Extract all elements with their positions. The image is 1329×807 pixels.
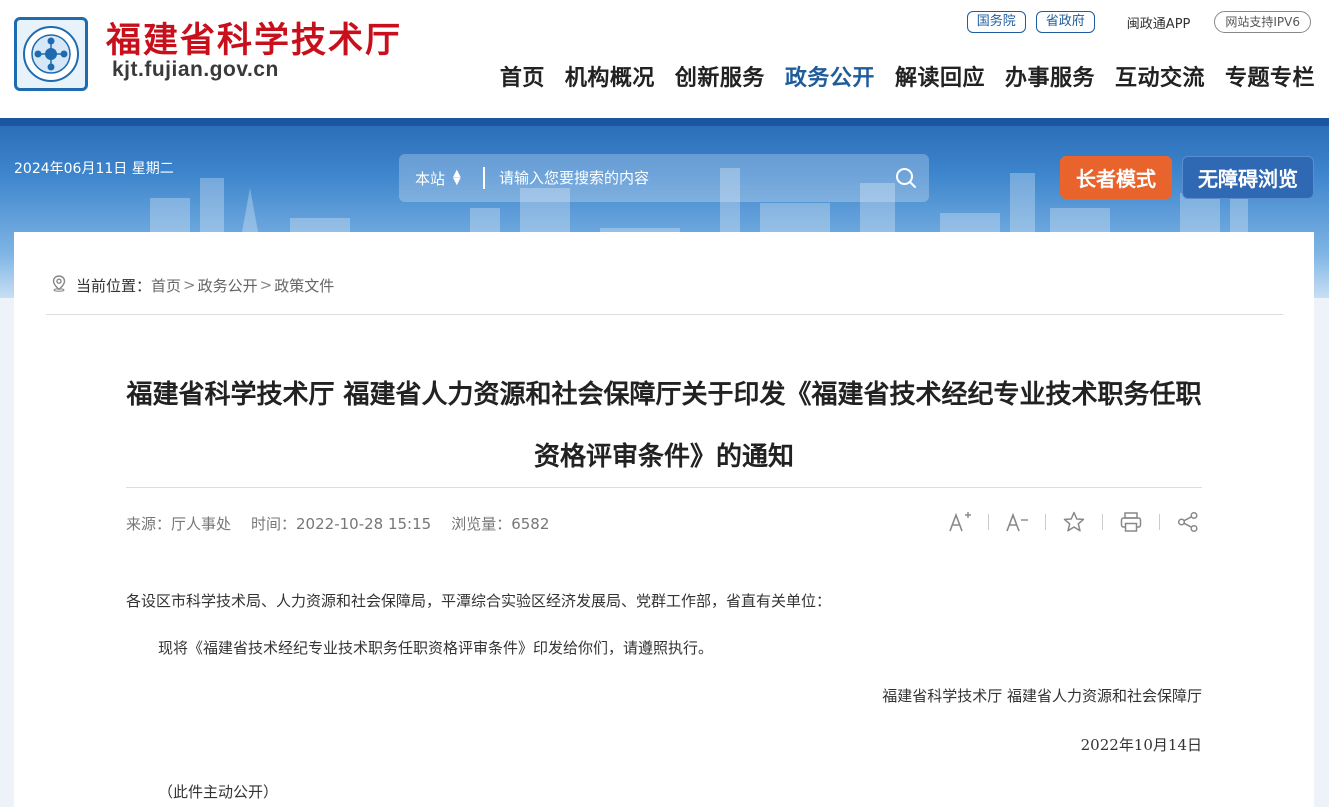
article-title: 福建省科学技术厅 福建省人力资源和社会保障厅关于印发《福建省技术经纪专业技术职务… bbox=[126, 380, 1202, 472]
tool-divider bbox=[1045, 514, 1046, 530]
elder-mode-button[interactable]: 长者模式 bbox=[1060, 156, 1172, 199]
nav-interpretation[interactable]: 解读回应 bbox=[895, 60, 985, 92]
emblem-icon bbox=[23, 26, 79, 82]
content-card: 当前位置： 首页 > 政务公开 > 政策文件 福建省科学技术厅 福建省人力资源和… bbox=[14, 232, 1314, 807]
article-time: 时间：2022-10-28 15:15 bbox=[251, 515, 432, 533]
breadcrumb: 当前位置： 首页 > 政务公开 > 政策文件 bbox=[50, 274, 334, 296]
breadcrumb-divider bbox=[46, 314, 1283, 315]
department-emblem-logo[interactable] bbox=[14, 17, 88, 91]
nav-services[interactable]: 办事服务 bbox=[1005, 60, 1095, 92]
nav-interaction[interactable]: 互动交流 bbox=[1115, 60, 1205, 92]
share-icon[interactable] bbox=[1174, 510, 1202, 534]
nav-special-topics[interactable]: 专题专栏 bbox=[1225, 60, 1315, 92]
article-tools bbox=[946, 510, 1202, 534]
search-icon bbox=[896, 168, 916, 188]
article-signature: 福建省科学技术厅 福建省人力资源和社会保障厅 bbox=[882, 687, 1202, 705]
current-date: 2024年06月11日 星期二 bbox=[14, 161, 174, 177]
tool-divider bbox=[1102, 514, 1103, 530]
breadcrumb-separator: > bbox=[259, 276, 273, 294]
breadcrumb-prefix: 当前位置： bbox=[76, 276, 152, 295]
top-links: 国务院 省政府 闽政通APP 网站支持IPV6 bbox=[966, 11, 1311, 33]
breadcrumb-separator: > bbox=[183, 276, 196, 294]
site-name[interactable]: 福建省科学技术厅 bbox=[106, 12, 402, 63]
location-icon bbox=[50, 274, 68, 296]
main-nav: 首页 机构概况 创新服务 政务公开 解读回应 办事服务 互动交流 专题专栏 bbox=[500, 60, 1315, 92]
article-disclosure-note: （此件主动公开） bbox=[158, 783, 279, 801]
article-views: 浏览量：6582 bbox=[451, 515, 550, 533]
font-decrease-icon[interactable] bbox=[1003, 510, 1031, 534]
breadcrumb-government-affairs[interactable]: 政务公开 bbox=[198, 275, 258, 296]
title-divider bbox=[126, 487, 1202, 488]
article-meta: 来源：厅人事处 时间：2022-10-28 15:15 浏览量：6582 bbox=[126, 513, 549, 534]
tool-divider bbox=[988, 514, 989, 530]
nav-innovation-service[interactable]: 创新服务 bbox=[675, 60, 765, 92]
breadcrumb-home[interactable]: 首页 bbox=[151, 275, 181, 296]
site-header: 福建省科学技术厅 kjt.fujian.gov.cn 国务院 省政府 闽政通AP… bbox=[0, 0, 1329, 118]
nav-organization[interactable]: 机构概况 bbox=[565, 60, 655, 92]
article-source: 来源：厅人事处 bbox=[126, 515, 232, 533]
updown-arrow-icon: ▲ ▼ bbox=[453, 168, 461, 187]
tool-divider bbox=[1159, 514, 1160, 530]
star-icon[interactable] bbox=[1060, 510, 1088, 534]
nav-government-affairs[interactable]: 政务公开 bbox=[785, 60, 875, 92]
breadcrumb-policy-documents[interactable]: 政策文件 bbox=[274, 275, 334, 296]
app-link[interactable]: 闽政通APP bbox=[1127, 13, 1191, 32]
ipv6-badge: 网站支持IPV6 bbox=[1214, 11, 1311, 33]
search-button[interactable] bbox=[883, 154, 929, 202]
search-bar: 本站 ▲ ▼ bbox=[399, 154, 929, 202]
font-increase-icon[interactable] bbox=[946, 510, 974, 534]
search-divider bbox=[483, 167, 485, 189]
nav-home[interactable]: 首页 bbox=[500, 60, 545, 92]
article-body-paragraph: 现将《福建省技术经纪专业技术职务任职资格评审条件》印发给你们，请遵照执行。 bbox=[158, 639, 714, 657]
article-salutation: 各设区市科学技术局、人力资源和社会保障局，平潭综合实验区经济发展局、党群工作部，… bbox=[126, 592, 832, 610]
search-scope-select[interactable]: 本站 ▲ ▼ bbox=[415, 168, 471, 189]
accessible-browse-button[interactable]: 无障碍浏览 bbox=[1182, 156, 1314, 199]
search-scope-label: 本站 bbox=[415, 169, 446, 188]
state-council-link[interactable]: 国务院 bbox=[966, 11, 1026, 33]
site-domain: kjt.fujian.gov.cn bbox=[112, 58, 279, 81]
provincial-gov-link[interactable]: 省政府 bbox=[1035, 11, 1095, 33]
article-date: 2022年10月14日 bbox=[1080, 736, 1202, 754]
print-icon[interactable] bbox=[1117, 510, 1145, 534]
search-input[interactable] bbox=[499, 169, 883, 187]
